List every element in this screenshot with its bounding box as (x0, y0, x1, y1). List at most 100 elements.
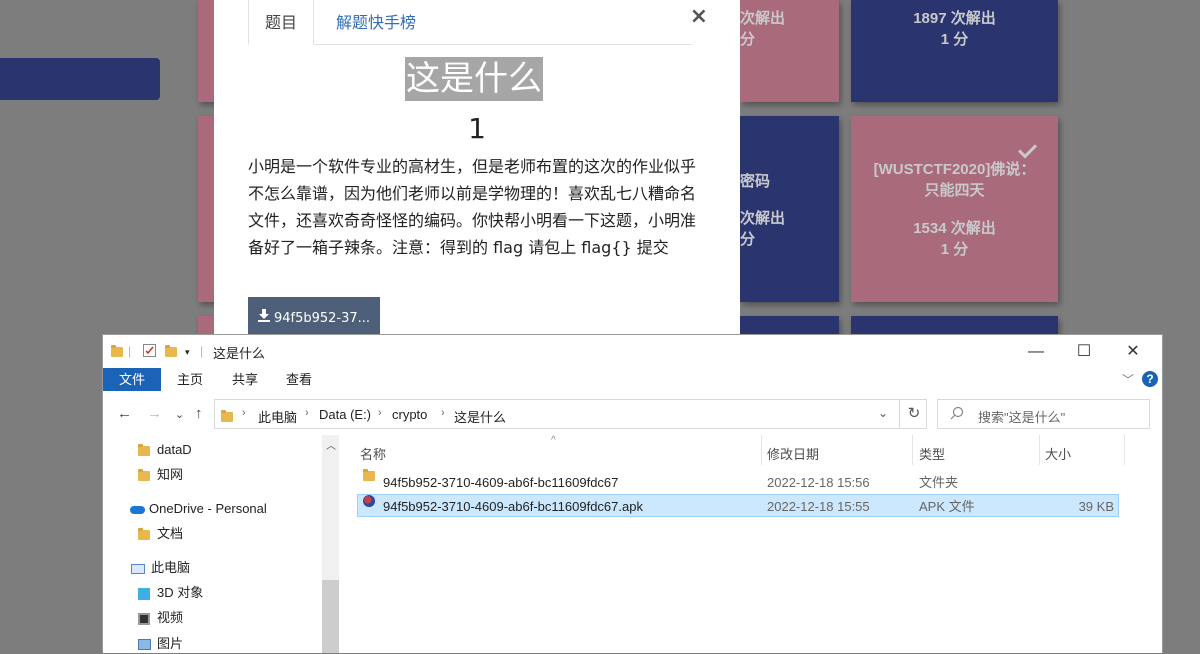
challenge-value: 1 (468, 112, 486, 145)
video-icon (137, 608, 151, 628)
column-headers: ^ 名称 修改日期 类型 大小 (353, 435, 1133, 465)
help-icon[interactable]: ? (1142, 371, 1158, 387)
breadcrumb-crypto[interactable]: crypto (392, 407, 427, 422)
nav-item-label: 知网 (157, 467, 184, 482)
onedrive-cloud-icon (129, 499, 145, 519)
recent-locations-icon[interactable]: ⌄ (175, 408, 184, 421)
challenge-card[interactable]: 密码 次解出 分 (740, 116, 839, 302)
column-type[interactable]: 类型 (919, 444, 945, 463)
file-date: 2022-12-18 15:55 (767, 499, 870, 514)
challenge-card[interactable]: 1897 次解出 1 分 (851, 0, 1058, 102)
tab-solves[interactable]: 解题快手榜 (320, 0, 432, 44)
nav-item-zhiwang[interactable]: 知网 (137, 465, 183, 485)
nav-item-label: 此电脑 (151, 560, 191, 575)
card-points: 分 (740, 231, 756, 248)
ribbon-tab-file[interactable]: 文件 (103, 368, 161, 391)
scroll-up-icon[interactable]: ︿ (326, 437, 336, 452)
card-title: 密码 (740, 173, 771, 190)
search-input[interactable]: 搜索"这是什么" (978, 407, 1065, 426)
card-solves: 1897 次解出 (913, 10, 996, 27)
side-nav-bar (0, 58, 160, 100)
breadcrumb-this-pc[interactable]: 此电脑 (258, 407, 297, 426)
ribbon-tab-home[interactable]: 主页 (165, 368, 215, 391)
tab-challenge[interactable]: 题目 (248, 0, 315, 45)
folder-icon (137, 440, 151, 460)
download-file-label: 94f5b952-37... (273, 311, 371, 326)
challenge-card[interactable]: 次解出 分 (740, 0, 839, 102)
nav-item-label: 视频 (157, 610, 184, 625)
ribbon-tabs: 文件 主页 共享 查看 (103, 368, 1162, 391)
challenge-name: 这是什么 (405, 57, 543, 101)
up-arrow-icon[interactable]: ↑ (195, 405, 203, 422)
breadcrumb-current[interactable]: 这是什么 (454, 407, 506, 426)
file-type: APK 文件 (919, 499, 975, 514)
solved-check-icon (1017, 139, 1038, 159)
nav-item-videos[interactable]: 视频 (137, 608, 183, 628)
new-folder-icon[interactable] (165, 344, 177, 358)
card-points: 1 分 (940, 31, 969, 48)
file-explorer-window: | ▾ | 这是什么 — ☐ ✕ 文件 主页 共享 查看 ﹀ ? ← → ⌄ ↑… (102, 334, 1163, 653)
nav-item-label: OneDrive - Personal (149, 501, 267, 516)
ribbon-tab-share[interactable]: 共享 (220, 368, 270, 391)
nav-item-pictures[interactable]: 图片 (137, 634, 183, 654)
close-icon[interactable]: × (690, 4, 708, 29)
challenge-card[interactable]: [WUSTCTF2020]佛说：只能四天 1534 次解出 1 分 (851, 116, 1058, 302)
back-arrow-icon[interactable]: ← (117, 405, 132, 422)
file-row[interactable]: 94f5b952-3710-4609-ab6f-bc11609fdc67 202… (357, 469, 1119, 494)
card-solves: 次解出 (740, 210, 786, 227)
column-name[interactable]: 名称 (360, 444, 386, 463)
address-bar[interactable]: › 此电脑 › Data (E:) › crypto › 这是什么 ⌄ (214, 399, 927, 429)
refresh-icon[interactable]: ↻ (899, 399, 928, 429)
search-box[interactable]: 搜索"这是什么" (937, 399, 1150, 429)
chevron-right-icon: › (441, 407, 445, 419)
3d-objects-icon (137, 583, 151, 603)
maximize-button[interactable]: ☐ (1061, 339, 1107, 365)
forward-arrow-icon[interactable]: → (147, 405, 162, 422)
navigation-pane: dataD 知网 OneDrive - Personal 文档 此电脑 3D 对… (103, 435, 339, 653)
collapse-ribbon-icon[interactable]: ﹀ (1122, 371, 1134, 388)
column-size[interactable]: 大小 (1045, 444, 1071, 463)
nav-item-datad[interactable]: dataD (137, 440, 192, 460)
this-pc-icon (131, 558, 145, 578)
file-type: 文件夹 (919, 475, 959, 490)
nav-pane-scrollbar[interactable]: ︿ (322, 435, 339, 653)
file-row-selected[interactable]: 94f5b952-3710-4609-ab6f-bc11609fdc67.apk… (357, 494, 1119, 517)
close-button[interactable]: ✕ (1110, 339, 1156, 365)
nav-item-onedrive[interactable]: OneDrive - Personal (129, 499, 267, 519)
properties-icon[interactable] (143, 344, 156, 360)
nav-item-documents[interactable]: 文档 (137, 524, 183, 544)
card-title: [WUSTCTF2020]佛说：只能四天 (873, 161, 1036, 199)
chevron-right-icon: › (242, 407, 246, 419)
folder-icon (221, 408, 233, 423)
nav-item-label: dataD (157, 442, 192, 457)
breadcrumb-drive[interactable]: Data (E:) (319, 407, 371, 422)
nav-item-this-pc[interactable]: 此电脑 (131, 558, 190, 578)
nav-item-label: 文档 (157, 526, 184, 541)
card-solves: 1534 次解出 (913, 220, 996, 237)
file-date: 2022-12-18 15:56 (767, 475, 870, 490)
sort-ascending-icon: ^ (551, 435, 556, 446)
address-dropdown-icon[interactable]: ⌄ (878, 406, 888, 420)
navigation-bar: ← → ⌄ ↑ › 此电脑 › Data (E:) › crypto › 这是什… (103, 395, 1162, 433)
challenge-description: 小明是一个软件专业的高材生，但是老师布置的这次的作业似乎不怎么靠谱，因为他们老师… (248, 157, 697, 257)
ribbon-tab-view[interactable]: 查看 (274, 368, 324, 391)
column-date[interactable]: 修改日期 (767, 444, 819, 463)
challenge-modal: 题目 解题快手榜 × 这是什么 1 小明是一个软件专业的高材生，但是老师布置的这… (214, 0, 740, 340)
scrollbar-thumb[interactable] (322, 580, 339, 653)
folder-icon (111, 344, 123, 358)
customize-toolbar-icon[interactable]: ▾ (185, 347, 190, 358)
chevron-right-icon: › (305, 407, 309, 419)
file-size: 39 KB (1078, 499, 1114, 514)
chevron-right-icon: › (378, 407, 382, 419)
folder-icon (137, 465, 151, 485)
pictures-icon (137, 634, 151, 654)
title-bar: | ▾ | 这是什么 — ☐ ✕ (103, 335, 1162, 368)
nav-item-label: 图片 (157, 636, 184, 651)
window-title: 这是什么 (213, 346, 266, 361)
card-solves: 次解出 (740, 10, 786, 27)
nav-item-3d-objects[interactable]: 3D 对象 (137, 583, 203, 603)
modal-tabs: 题目 解题快手榜 (248, 0, 692, 45)
minimize-button[interactable]: — (1013, 339, 1059, 365)
file-name: 94f5b952-3710-4609-ab6f-bc11609fdc67.apk (383, 499, 643, 514)
folder-icon (137, 524, 151, 544)
